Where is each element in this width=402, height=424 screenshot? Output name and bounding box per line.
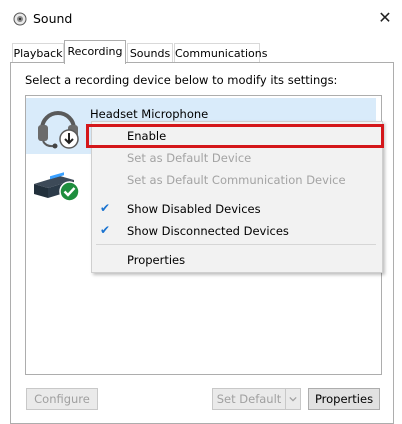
instruction-text: Select a recording device below to modif… bbox=[25, 73, 338, 87]
menu-item-show-disconnected-devices[interactable]: Show Disconnected Devices bbox=[127, 224, 289, 238]
menu-item-show-disabled-devices[interactable]: Show Disabled Devices bbox=[127, 202, 261, 216]
tab-recording[interactable]: Recording bbox=[64, 40, 126, 64]
set-default-button[interactable]: Set Default bbox=[212, 388, 286, 410]
close-button[interactable]: ✕ bbox=[372, 6, 398, 30]
set-default-dropdown-button[interactable] bbox=[285, 388, 301, 410]
tab-playback[interactable]: Playback bbox=[12, 43, 64, 63]
tab-communications[interactable]: Communications bbox=[174, 43, 267, 63]
menu-item-set-default-communication-device[interactable]: Set as Default Communication Device bbox=[127, 173, 346, 187]
menu-separator bbox=[96, 244, 376, 245]
chevron-down-icon bbox=[289, 396, 297, 402]
tab-sounds[interactable]: Sounds bbox=[127, 43, 173, 63]
highlight-box bbox=[86, 124, 384, 148]
down-arrow-disabled-icon bbox=[59, 129, 79, 149]
speaker-icon bbox=[13, 12, 27, 26]
properties-button[interactable]: Properties bbox=[308, 388, 380, 410]
configure-button[interactable]: Configure bbox=[26, 388, 98, 410]
green-check-icon bbox=[59, 181, 80, 202]
menu-item-set-default-device[interactable]: Set as Default Device bbox=[127, 151, 251, 165]
device-name: Headset Microphone bbox=[90, 107, 209, 121]
menu-item-properties[interactable]: Properties bbox=[127, 253, 185, 267]
window-title: Sound bbox=[33, 11, 73, 26]
checkmark-icon: ✔ bbox=[100, 201, 111, 215]
checkmark-icon: ✔ bbox=[100, 223, 111, 237]
